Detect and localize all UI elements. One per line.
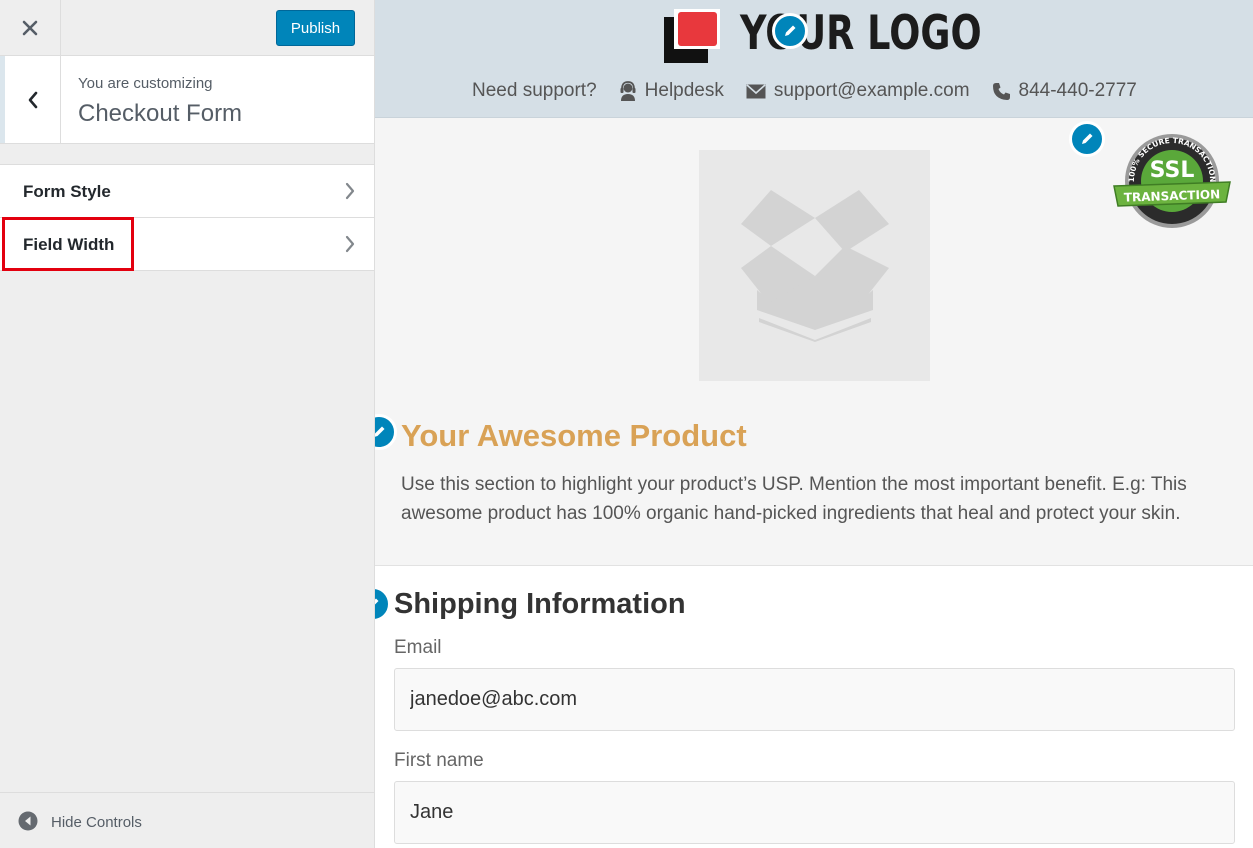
helpdesk-link[interactable]: Helpdesk	[619, 80, 724, 102]
envelope-icon	[746, 83, 766, 98]
sidebar-item-form-style[interactable]: Form Style	[0, 164, 374, 218]
support-phone: 844-440-2777	[1018, 80, 1137, 101]
edit-product-button[interactable]	[375, 414, 397, 450]
support-email-link[interactable]: support@example.com	[746, 80, 970, 102]
ssl-main-text: SSL	[1150, 158, 1195, 183]
pencil-icon	[1082, 133, 1093, 144]
close-icon	[22, 20, 38, 36]
collapse-icon	[18, 811, 38, 831]
first-name-field[interactable]	[394, 781, 1235, 844]
customizing-label: You are customizing	[78, 75, 213, 92]
product-section: 100% SECURE TRANSACTION SSL TRANSACTION …	[375, 118, 1253, 566]
preview-header: YOUR LOGO Need support? Helpdesk support…	[375, 0, 1253, 118]
product-title: Your Awesome Product	[401, 418, 747, 453]
edit-logo-button[interactable]	[772, 13, 808, 49]
shipping-title: Shipping Information	[394, 588, 686, 620]
section-header: You are customizing Checkout Form	[0, 56, 374, 144]
dropbox-placeholder-icon	[741, 190, 889, 342]
support-email: support@example.com	[773, 80, 970, 101]
helpdesk-label: Helpdesk	[644, 80, 724, 101]
close-button[interactable]	[0, 0, 61, 56]
pencil-icon	[785, 25, 796, 36]
sidebar-top-bar: Publish	[0, 0, 374, 56]
edit-image-button[interactable]	[1069, 121, 1105, 157]
customizer-sidebar: Publish You are customizing Checkout For…	[0, 0, 375, 848]
ssl-badge-icon: 100% SECURE TRANSACTION SSL TRANSACTION	[1113, 134, 1231, 228]
headset-icon	[620, 81, 636, 101]
product-description: Use this section to highlight your produ…	[401, 474, 1187, 524]
hide-controls-label: Hide Controls	[51, 814, 142, 831]
product-image-placeholder	[699, 150, 930, 381]
sidebar-item-label: Form Style	[23, 182, 111, 201]
section-list: Form Style Field Width	[0, 164, 374, 271]
edit-shipping-button[interactable]	[375, 586, 391, 622]
chevron-right-icon	[345, 235, 355, 253]
first-name-label: First name	[394, 750, 484, 771]
publish-button[interactable]: Publish	[276, 10, 355, 46]
logo-mark-icon	[664, 9, 720, 63]
sidebar-item-label: Field Width	[23, 235, 115, 254]
support-prompt: Need support?	[472, 80, 597, 101]
hide-controls-button[interactable]: Hide Controls	[0, 792, 374, 848]
chevron-left-icon	[28, 91, 37, 108]
back-button[interactable]	[0, 56, 61, 143]
section-title: Checkout Form	[78, 100, 243, 127]
support-phone-link[interactable]: 844-440-2777	[992, 80, 1137, 102]
pencil-icon	[375, 598, 379, 605]
site-preview: YOUR LOGO Need support? Helpdesk support…	[375, 0, 1253, 848]
email-label: Email	[394, 637, 442, 658]
sidebar-item-field-width[interactable]: Field Width	[0, 217, 374, 271]
chevron-right-icon	[345, 182, 355, 200]
support-bar: Need support? Helpdesk support@example.c…	[472, 80, 1159, 102]
email-field[interactable]	[394, 668, 1235, 731]
pencil-icon	[375, 426, 385, 437]
phone-icon	[992, 82, 1010, 100]
